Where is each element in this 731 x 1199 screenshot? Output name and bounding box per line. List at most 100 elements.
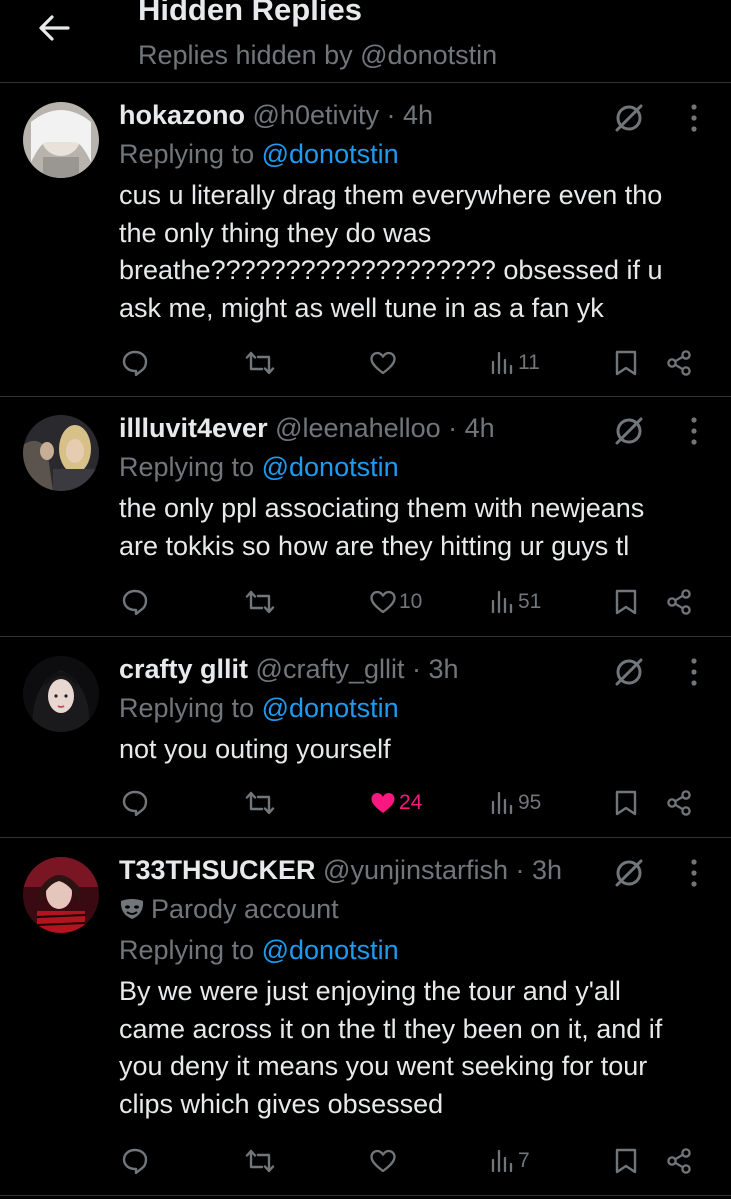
tweet-text: By we were just enjoying the tour and y'…	[119, 976, 663, 1119]
view-count: 51	[518, 590, 542, 613]
views-button[interactable]: 7	[490, 1141, 530, 1181]
grok-icon[interactable]	[613, 415, 645, 447]
views-icon	[491, 590, 513, 614]
replying-to: Replying to @donotstin	[119, 693, 399, 723]
heart-icon	[370, 1149, 396, 1173]
author-handle[interactable]: @h0etivity	[253, 100, 379, 130]
tweet-text: the only ppl associating them with newje…	[119, 493, 645, 561]
reply-icon	[122, 589, 148, 616]
mask-icon	[120, 899, 144, 919]
views-button[interactable]: 11	[490, 343, 540, 383]
bookmark-button[interactable]	[614, 1141, 638, 1181]
avatar[interactable]	[23, 857, 99, 933]
timestamp: · 3h	[515, 855, 563, 885]
views-icon	[491, 791, 513, 815]
grok-icon[interactable]	[613, 102, 645, 134]
view-count: 11	[518, 351, 540, 374]
tweet-actions: 7	[0, 1141, 731, 1181]
tweet[interactable]: illluvit4ever @leenahelloo · 4h Replying…	[0, 397, 731, 637]
more-options-icon[interactable]	[689, 416, 699, 446]
views-button[interactable]: 51	[490, 582, 541, 622]
repost-icon	[245, 1149, 275, 1173]
tweet-text: not you outing yourself	[119, 734, 391, 764]
repost-icon	[245, 351, 275, 375]
parody-label: Parody account	[119, 890, 717, 928]
like-button[interactable]: 10	[369, 582, 422, 622]
view-count: 7	[518, 1149, 530, 1172]
header: Hidden Replies Replies hidden by @donots…	[0, 0, 731, 83]
share-icon	[667, 589, 691, 615]
reply-icon	[122, 1148, 148, 1175]
reply-icon	[122, 790, 148, 817]
tweet[interactable]: hokazono @h0etivity · 4h Replying to @do…	[0, 83, 731, 397]
share-button[interactable]	[665, 1141, 693, 1181]
tweet[interactable]: T33THSUCKER @yunjinstarfish · 3h Parody …	[0, 838, 731, 1196]
page-subtitle: Replies hidden by @donotstin	[138, 40, 498, 70]
views-icon	[491, 1149, 513, 1173]
repost-icon	[245, 791, 275, 815]
bookmark-icon	[615, 589, 637, 615]
share-icon	[667, 1148, 691, 1174]
bookmark-icon	[615, 1148, 637, 1174]
views-button[interactable]: 95	[490, 783, 541, 823]
reply-button[interactable]	[121, 1141, 149, 1181]
mention-link[interactable]: @donotstin	[262, 935, 399, 965]
like-button[interactable]: 24	[369, 783, 422, 823]
author-name[interactable]: hokazono	[119, 100, 245, 130]
author-handle[interactable]: @leenahelloo	[275, 413, 441, 443]
replying-to: Replying to @donotstin	[119, 452, 399, 482]
repost-button[interactable]	[245, 343, 275, 383]
grok-icon[interactable]	[613, 656, 645, 688]
back-arrow-icon[interactable]	[34, 8, 74, 48]
tweet[interactable]: crafty gllit @crafty_gllit · 3h Replying…	[0, 637, 731, 838]
heart-icon	[370, 590, 396, 614]
tweet-actions: 24 95	[0, 783, 731, 823]
replying-to: Replying to @donotstin	[119, 139, 399, 169]
repost-button[interactable]	[245, 783, 275, 823]
avatar[interactable]	[23, 102, 99, 178]
repost-icon	[245, 590, 275, 614]
like-count: 10	[399, 590, 423, 613]
reply-button[interactable]	[121, 783, 149, 823]
bookmark-icon	[615, 350, 637, 376]
page-title: Hidden Replies	[138, 0, 362, 27]
share-icon	[667, 350, 691, 376]
author-name[interactable]: crafty gllit	[119, 654, 248, 684]
more-options-icon[interactable]	[689, 858, 699, 888]
repost-button[interactable]	[245, 582, 275, 622]
bookmark-button[interactable]	[614, 343, 638, 383]
mention-link[interactable]: @donotstin	[262, 139, 399, 169]
view-count: 95	[518, 791, 542, 814]
repost-button[interactable]	[245, 1141, 275, 1181]
mention-link[interactable]: @donotstin	[262, 693, 399, 723]
heart-filled-icon	[371, 793, 395, 813]
heart-icon	[370, 351, 396, 375]
reply-icon	[122, 350, 148, 377]
author-handle[interactable]: @crafty_gllit	[256, 654, 405, 684]
avatar[interactable]	[23, 656, 99, 732]
bookmark-button[interactable]	[614, 582, 638, 622]
more-options-icon[interactable]	[689, 657, 699, 687]
more-options-icon[interactable]	[689, 103, 699, 133]
share-button[interactable]	[665, 783, 693, 823]
share-icon	[667, 790, 691, 816]
bookmark-button[interactable]	[614, 783, 638, 823]
share-button[interactable]	[665, 582, 693, 622]
reply-button[interactable]	[121, 343, 149, 383]
reply-button[interactable]	[121, 582, 149, 622]
tweet-text: cus u literally drag them everywhere eve…	[119, 180, 663, 323]
tweet-actions: 11	[0, 343, 731, 383]
timestamp: · 4h	[386, 100, 434, 130]
author-handle[interactable]: @yunjinstarfish	[323, 855, 508, 885]
share-button[interactable]	[665, 343, 693, 383]
mention-link[interactable]: @donotstin	[262, 452, 399, 482]
timestamp: · 3h	[412, 654, 459, 684]
author-name[interactable]: T33THSUCKER	[119, 855, 316, 885]
author-name[interactable]: illluvit4ever	[119, 413, 268, 443]
like-button[interactable]	[369, 343, 399, 383]
grok-icon[interactable]	[613, 857, 645, 889]
like-button[interactable]	[369, 1141, 399, 1181]
avatar[interactable]	[23, 415, 99, 491]
views-icon	[491, 351, 513, 375]
like-count: 24	[399, 791, 423, 814]
